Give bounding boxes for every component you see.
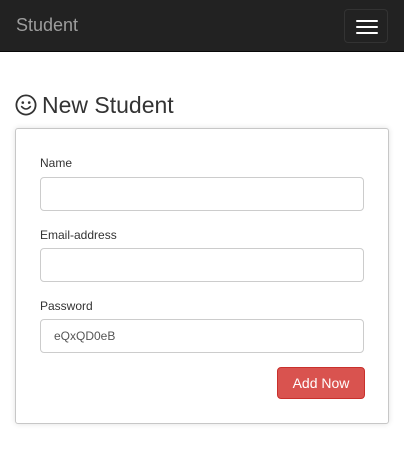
navbar-brand[interactable]: Student <box>16 14 78 36</box>
new-student-form: Name Email-address Password Add Now <box>15 128 389 424</box>
password-label: Password <box>40 299 93 313</box>
add-now-button[interactable]: Add Now <box>277 367 365 399</box>
email-label: Email-address <box>40 228 117 242</box>
smiley-icon <box>15 94 37 116</box>
name-input[interactable] <box>40 177 364 211</box>
hamburger-menu-icon <box>356 20 378 22</box>
page-title: New Student <box>15 92 174 118</box>
page-title-text: New Student <box>42 92 174 118</box>
password-input[interactable] <box>40 319 364 353</box>
navbar: Student <box>0 0 404 52</box>
hamburger-menu-icon-bar <box>356 26 378 28</box>
email-input[interactable] <box>40 248 364 282</box>
hamburger-menu-icon-bar <box>356 32 378 34</box>
navbar-toggle-button[interactable] <box>344 9 388 43</box>
name-label: Name <box>40 156 73 170</box>
